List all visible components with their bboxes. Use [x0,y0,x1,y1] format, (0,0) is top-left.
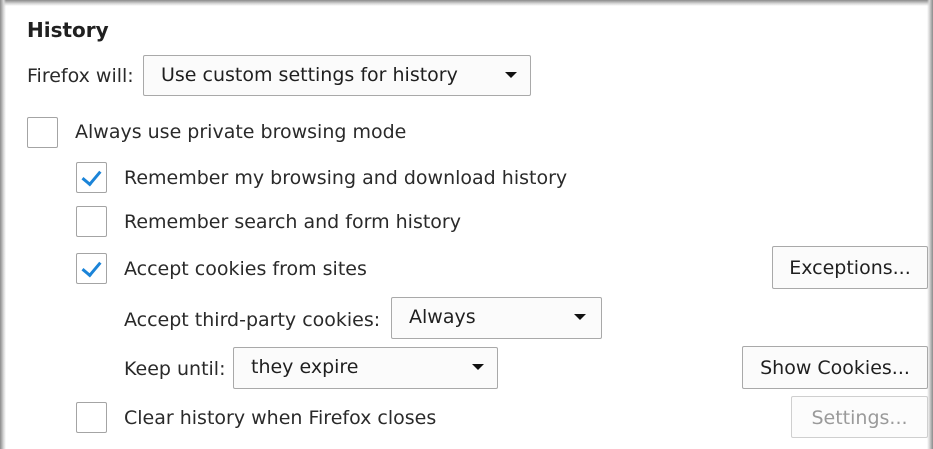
history-mode-value: Use custom settings for history [161,64,458,86]
remember-search-label[interactable]: Remember search and form history [124,210,461,234]
exceptions-button[interactable]: Exceptions... [772,246,928,289]
keep-until-dropdown[interactable]: they expire [233,347,498,389]
settings-button[interactable]: Settings... [791,396,928,438]
third-party-cookies-label: Accept third-party cookies: [124,309,381,331]
third-party-cookies-dropdown[interactable]: Always [391,297,602,339]
remember-history-label[interactable]: Remember my browsing and download histor… [124,166,567,190]
checkmark-icon [81,165,102,187]
remember-history-checkbox[interactable] [76,162,107,193]
chevron-down-icon [505,72,517,78]
keep-until-label: Keep until: [124,358,226,380]
history-mode-dropdown[interactable]: Use custom settings for history [143,55,531,96]
private-browsing-label[interactable]: Always use private browsing mode [75,120,406,144]
accept-cookies-checkbox[interactable] [76,253,107,284]
section-title: History [27,18,109,42]
history-mode-label: Firefox will: [27,65,134,87]
checkmark-icon [81,256,102,278]
window-shadow-left [0,0,6,449]
clear-history-label[interactable]: Clear history when Firefox closes [124,406,436,430]
private-browsing-checkbox[interactable] [27,117,58,148]
accept-cookies-label[interactable]: Accept cookies from sites [124,257,367,281]
chevron-down-icon [472,364,484,370]
keep-until-value: they expire [251,356,359,378]
window-shadow-top [0,0,933,6]
remember-search-checkbox[interactable] [76,206,107,237]
third-party-cookies-value: Always [409,306,476,328]
show-cookies-button[interactable]: Show Cookies... [742,346,928,389]
chevron-down-icon [574,314,586,320]
clear-history-checkbox[interactable] [76,402,107,433]
